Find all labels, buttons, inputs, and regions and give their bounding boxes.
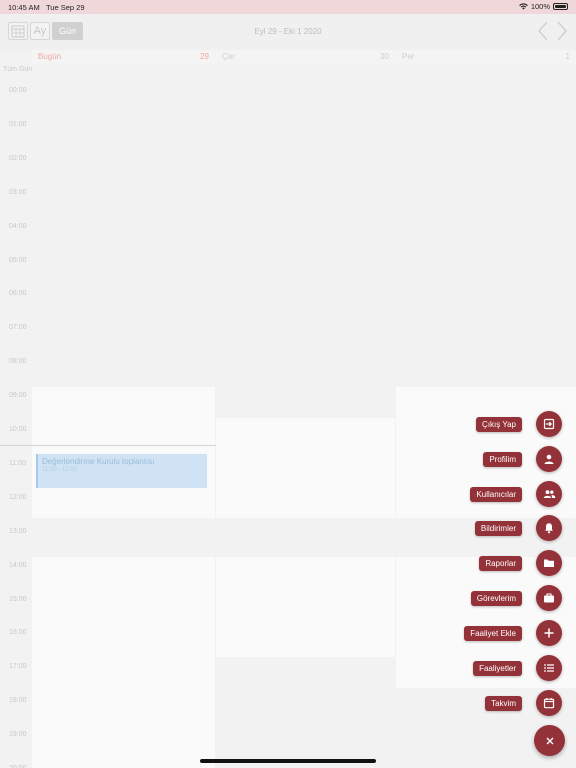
briefcase-icon	[544, 593, 554, 603]
tasks-button[interactable]	[536, 585, 562, 611]
menu-add-activity[interactable]: Faaliyet Ekle	[464, 620, 562, 646]
open-slot-block	[32, 557, 215, 768]
hour-label: 07:00	[9, 324, 27, 332]
menu-reports[interactable]: Raporlar	[479, 550, 562, 576]
plus-icon	[544, 628, 554, 638]
notifications-button[interactable]	[536, 515, 562, 541]
person-icon	[544, 454, 554, 464]
battery-icon	[553, 3, 568, 10]
hour-label: 10:00	[9, 426, 27, 433]
hour-label: 00:00	[9, 87, 27, 94]
hour-label: 06:00	[9, 290, 27, 298]
close-icon	[546, 737, 553, 744]
open-slot-block	[216, 557, 395, 657]
hour-label: 14:00	[9, 561, 27, 569]
hour-label: 15:00	[9, 595, 27, 603]
list-icon	[544, 664, 554, 672]
hour-label: 04:00	[9, 222, 27, 230]
users-button[interactable]	[536, 481, 562, 507]
add-activity-button[interactable]	[536, 620, 562, 646]
event-title: Değerlendirme Kurulu toplantısı	[42, 457, 155, 466]
hour-label: 09:00	[9, 392, 27, 400]
day-name: Bugün	[38, 52, 62, 61]
wifi-icon	[518, 3, 528, 10]
event-time: 11:00 - 12:00	[42, 467, 77, 473]
hour-label: 16:00	[9, 629, 27, 637]
hour-label: 03:00	[9, 188, 27, 196]
menu-label[interactable]: Faaliyetler	[473, 660, 522, 676]
day-number: 1	[565, 52, 570, 61]
day-column-wed[interactable]	[216, 80, 395, 768]
logout-button[interactable]	[536, 411, 562, 437]
calendar-event[interactable]: Değerlendirme Kurulu toplantısı 11:00 - …	[36, 454, 207, 488]
menu-label[interactable]: Bildirimler	[474, 520, 522, 536]
chevron-right-icon[interactable]	[555, 20, 569, 42]
day-name: Çar	[222, 52, 235, 61]
menu-label[interactable]: Faaliyet Ekle	[464, 625, 522, 641]
day-name: Per	[402, 52, 415, 61]
status-time: 10:45 AM	[8, 3, 40, 12]
calendar-button[interactable]	[536, 690, 562, 716]
folder-icon	[544, 559, 554, 567]
chevron-left-icon[interactable]	[536, 20, 550, 42]
status-date: Tue Sep 29	[46, 3, 85, 12]
menu-label[interactable]: Profilim	[483, 451, 522, 467]
reports-button[interactable]	[536, 550, 562, 576]
hour-label: 02:00	[9, 154, 27, 162]
activities-button[interactable]	[536, 655, 562, 681]
hour-label: 11:00	[9, 459, 26, 467]
close-menu-button[interactable]	[534, 725, 565, 756]
all-day-label: Tüm Gün	[3, 66, 33, 73]
hour-label: 01:00	[9, 120, 27, 128]
profile-button[interactable]	[536, 446, 562, 472]
hour-label: 05:00	[9, 256, 27, 264]
day-column-today[interactable]	[32, 80, 215, 768]
hour-label: 12:00	[9, 493, 27, 501]
menu-activities[interactable]: Faaliyetler	[473, 655, 562, 681]
menu-calendar[interactable]: Takvim	[485, 690, 562, 716]
battery-percent: 100%	[530, 2, 550, 11]
day-number: 30	[380, 52, 389, 61]
menu-label[interactable]: Kullanıcılar	[470, 486, 522, 502]
logout-icon	[543, 418, 555, 430]
date-range-title: Eyl 29 - Eki 1 2020	[254, 27, 322, 36]
hour-label: 18:00	[9, 697, 27, 705]
status-right: 100%	[518, 2, 568, 11]
hour-label: 13:00	[9, 527, 27, 535]
menu-label[interactable]: Çıkış Yap	[476, 416, 522, 432]
calendar-icon	[543, 698, 555, 709]
open-slot-block	[216, 418, 395, 518]
day-number: 29	[200, 52, 209, 61]
status-bar: 10:45 AM Tue Sep 29 100%	[0, 0, 576, 14]
hour-label: 17:00	[9, 663, 27, 671]
hour-label: 08:00	[9, 358, 27, 366]
menu-label[interactable]: Takvim	[485, 695, 522, 711]
open-slot-block	[32, 387, 215, 518]
menu-logout[interactable]: Çıkış Yap	[476, 411, 562, 437]
people-icon	[543, 490, 555, 498]
home-indicator	[200, 759, 376, 763]
menu-profile[interactable]: Profilim	[483, 446, 562, 472]
bell-icon	[545, 523, 553, 534]
calendar-toolbar: Ay Gün Eyl 29 - Eki 1 2020	[0, 14, 576, 50]
menu-notifications[interactable]: Bildirimler	[474, 515, 562, 541]
hour-label: 19:00	[9, 731, 27, 739]
menu-my-tasks[interactable]: Görevlerim	[470, 585, 562, 611]
day-header-today[interactable]: Bugün 29	[32, 50, 215, 64]
day-header-wed[interactable]: Çar 30	[216, 50, 395, 64]
menu-users[interactable]: Kullanıcılar	[470, 481, 562, 507]
menu-label[interactable]: Raporlar	[479, 555, 522, 571]
day-header-thu[interactable]: Per 1	[396, 50, 576, 64]
current-time-line	[0, 445, 216, 446]
menu-label[interactable]: Görevlerim	[470, 590, 522, 606]
